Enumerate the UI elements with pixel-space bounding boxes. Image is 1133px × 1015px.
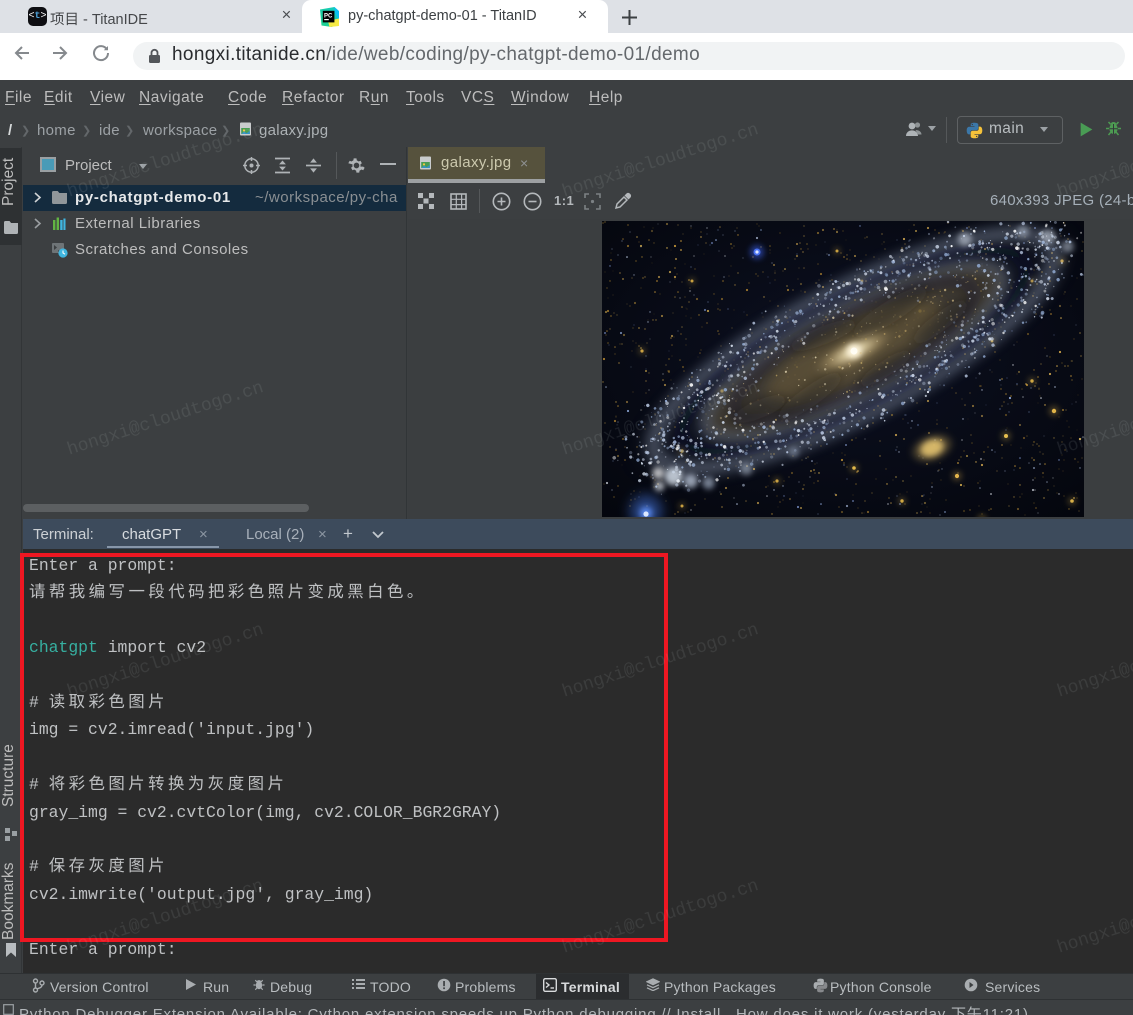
svg-text:PC: PC [324, 13, 333, 19]
